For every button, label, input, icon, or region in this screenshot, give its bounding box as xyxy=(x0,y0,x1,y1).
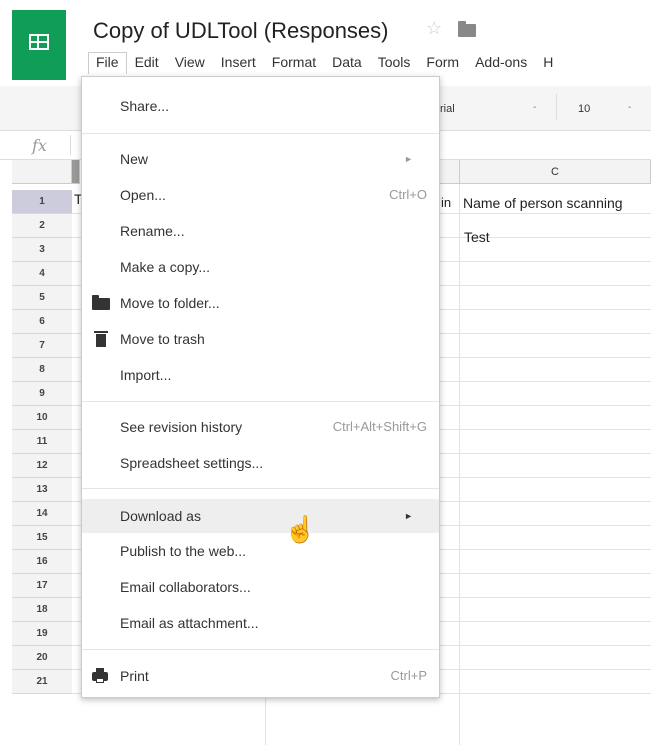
fx-icon: fx xyxy=(32,136,47,155)
menu-separator xyxy=(82,401,439,402)
menu-make-copy[interactable]: Make a copy... xyxy=(82,251,439,283)
menu-data[interactable]: Data xyxy=(324,52,370,74)
grid-line xyxy=(459,184,460,745)
row-header[interactable]: 15 xyxy=(12,526,72,550)
column-header-b[interactable] xyxy=(440,160,460,184)
menu-file[interactable]: File xyxy=(88,52,127,74)
row-header[interactable]: 11 xyxy=(12,430,72,454)
menu-separator xyxy=(82,133,439,134)
row-header[interactable]: 8 xyxy=(12,358,72,382)
row-header[interactable]: 9 xyxy=(12,382,72,406)
row-header[interactable]: 10 xyxy=(12,406,72,430)
sheets-logo[interactable] xyxy=(12,10,66,80)
hand-pointer-icon: ☝ xyxy=(284,514,317,544)
row-header[interactable]: 20 xyxy=(12,646,72,670)
menu-open-label: Open... xyxy=(120,187,166,203)
row-header[interactable]: 6 xyxy=(12,310,72,334)
menu-move-to-folder[interactable]: Move to folder... xyxy=(82,287,439,319)
menu-help[interactable]: H xyxy=(535,52,561,74)
row-header[interactable]: 21 xyxy=(12,670,72,694)
select-all-corner[interactable] xyxy=(12,160,72,184)
menu-make-copy-label: Make a copy... xyxy=(120,259,211,275)
row-header[interactable]: 3 xyxy=(12,238,72,262)
document-title[interactable]: Copy of UDLTool (Responses) xyxy=(93,18,389,44)
folder-icon xyxy=(92,295,110,310)
file-menu-dropdown: Share... New ► Open... Ctrl+O Rename... Ma… xyxy=(81,76,440,698)
trash-icon xyxy=(94,331,108,347)
formula-divider xyxy=(70,135,71,155)
star-icon[interactable]: ☆ xyxy=(426,18,442,39)
row-header[interactable]: 12 xyxy=(12,454,72,478)
menu-email-attachment-label: Email as attachment... xyxy=(120,615,259,631)
toolbar-separator xyxy=(556,94,557,120)
submenu-arrow-icon: ► xyxy=(404,511,413,521)
menu-print[interactable]: Print Ctrl+P xyxy=(82,660,439,692)
font-family-select[interactable]: rial xyxy=(440,103,455,115)
menu-separator xyxy=(82,649,439,650)
menu-import[interactable]: Import... xyxy=(82,359,439,391)
menu-form[interactable]: Form xyxy=(418,52,467,74)
menu-spreadsheet-settings-label: Spreadsheet settings... xyxy=(120,455,264,471)
menu-move-to-trash-label: Move to trash xyxy=(120,331,205,347)
menu-insert[interactable]: Insert xyxy=(213,52,264,74)
font-family-dropdown-icon[interactable]: - xyxy=(533,102,536,113)
menu-print-label: Print xyxy=(120,668,149,684)
menu-edit[interactable]: Edit xyxy=(127,52,167,74)
menu-publish-web-label: Publish to the web... xyxy=(120,543,247,559)
row-header[interactable]: 14 xyxy=(12,502,72,526)
row-header[interactable]: 18 xyxy=(12,598,72,622)
menu-share[interactable]: Share... xyxy=(82,90,439,122)
row-header[interactable]: 7 xyxy=(12,334,72,358)
font-size-select[interactable]: 10 xyxy=(578,103,590,115)
menu-new-label: New xyxy=(120,151,149,167)
menu-new[interactable]: New ► xyxy=(82,143,439,175)
menu-share-label: Share... xyxy=(120,98,170,114)
menu-revision-history-label: See revision history xyxy=(120,419,243,435)
row-header[interactable]: 5 xyxy=(12,286,72,310)
row-header[interactable]: 2 xyxy=(12,214,72,238)
menu-open[interactable]: Open... Ctrl+O xyxy=(82,179,439,211)
column-header-c[interactable]: C xyxy=(460,160,651,184)
column-header-a[interactable] xyxy=(72,160,80,184)
row-header[interactable]: 17 xyxy=(12,574,72,598)
font-size-dropdown-icon[interactable]: - xyxy=(628,102,631,113)
menu-move-to-folder-label: Move to folder... xyxy=(120,295,220,311)
menu-import-label: Import... xyxy=(120,367,172,383)
menu-email-attachment[interactable]: Email as attachment... xyxy=(82,607,439,639)
menu-bar: File Edit View Insert Format Data Tools … xyxy=(88,52,561,74)
menu-spreadsheet-settings[interactable]: Spreadsheet settings... xyxy=(82,447,439,479)
row-header[interactable]: 13 xyxy=(12,478,72,502)
menu-addons[interactable]: Add-ons xyxy=(467,52,535,74)
row-header[interactable]: 16 xyxy=(12,550,72,574)
menu-rename[interactable]: Rename... xyxy=(82,215,439,247)
menu-open-shortcut: Ctrl+O xyxy=(389,187,427,202)
menu-download-as-label: Download as xyxy=(120,508,201,524)
menu-publish-web[interactable]: Publish to the web... xyxy=(82,535,439,567)
menu-rename-label: Rename... xyxy=(120,223,185,239)
menu-email-collaborators-label: Email collaborators... xyxy=(120,579,251,595)
menu-revision-history[interactable]: See revision history Ctrl+Alt+Shift+G xyxy=(82,411,439,443)
menu-revision-history-shortcut: Ctrl+Alt+Shift+G xyxy=(332,419,427,434)
row-header[interactable]: 1 xyxy=(12,190,72,214)
menu-email-collaborators[interactable]: Email collaborators... xyxy=(82,571,439,603)
menu-view[interactable]: View xyxy=(167,52,213,74)
menu-move-to-trash[interactable]: Move to trash xyxy=(82,323,439,355)
cell-b1[interactable]: in xyxy=(441,195,459,210)
row-header[interactable]: 4 xyxy=(12,262,72,286)
folder-icon[interactable] xyxy=(458,21,476,37)
printer-icon xyxy=(92,668,108,683)
submenu-arrow-icon: ► xyxy=(404,154,413,164)
menu-separator xyxy=(82,488,439,489)
cell-c2[interactable]: Test xyxy=(464,229,644,245)
row-header[interactable]: 19 xyxy=(12,622,72,646)
menu-download-as[interactable]: Download as ► xyxy=(82,499,439,533)
cell-c1[interactable]: Name of person scanning xyxy=(463,195,651,211)
menu-format[interactable]: Format xyxy=(264,52,324,74)
menu-print-shortcut: Ctrl+P xyxy=(390,668,427,683)
sheets-grid-icon xyxy=(29,34,49,50)
menu-tools[interactable]: Tools xyxy=(370,52,419,74)
